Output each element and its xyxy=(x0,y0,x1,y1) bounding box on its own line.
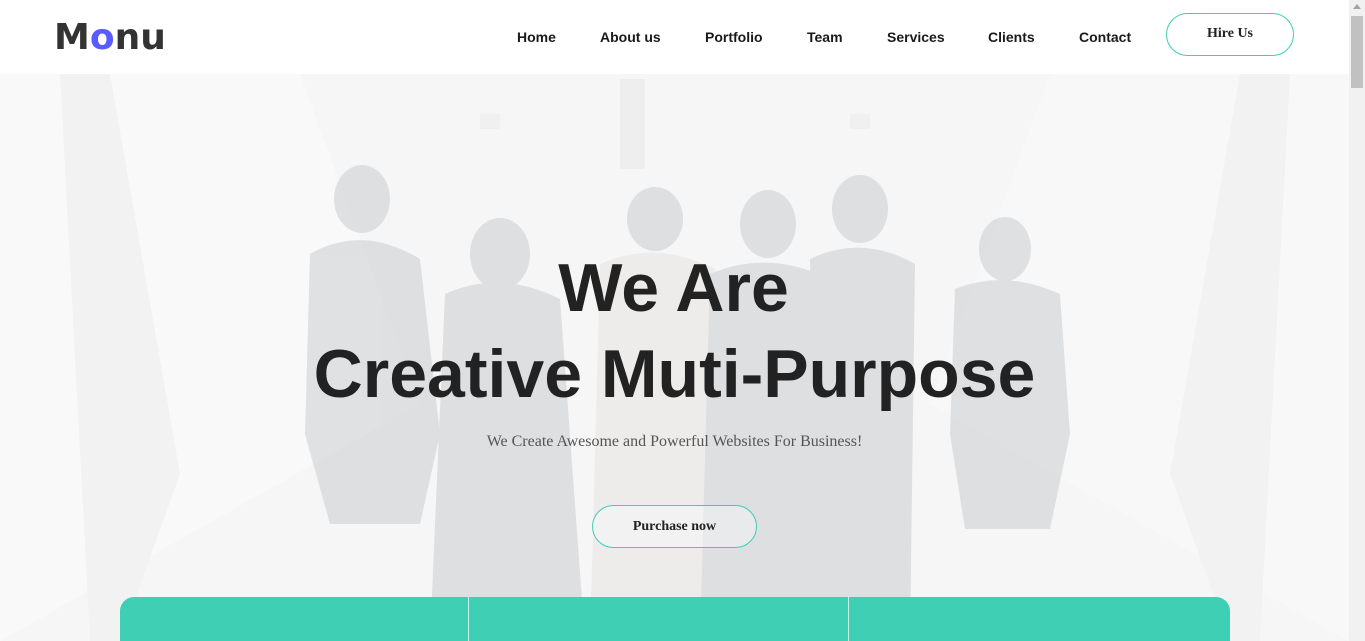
purchase-now-button[interactable]: Purchase now xyxy=(592,505,757,548)
page-scrollbar[interactable] xyxy=(1349,0,1365,641)
nav-item-about-us[interactable]: About us xyxy=(600,28,661,46)
scroll-up-arrow-icon[interactable] xyxy=(1353,4,1361,9)
nav-item-home[interactable]: Home xyxy=(517,28,556,46)
nav-item-clients[interactable]: Clients xyxy=(988,28,1035,46)
nav-item-contact[interactable]: Contact xyxy=(1079,28,1131,46)
logo-prefix: M xyxy=(54,17,90,58)
nav-item-portfolio[interactable]: Portfolio xyxy=(705,28,763,46)
nav-item-team[interactable]: Team xyxy=(807,28,843,46)
hire-us-button[interactable]: Hire Us xyxy=(1166,13,1294,56)
feature-card xyxy=(120,597,469,641)
hero-tagline: We Create Awesome and Powerful Websites … xyxy=(486,433,863,450)
brand-logo[interactable]: Monu xyxy=(54,18,166,58)
hero-headline-line2: Creative Muti-Purpose xyxy=(313,336,1036,412)
feature-card xyxy=(469,597,849,641)
hero-section: We Are Creative Muti-Purpose We Create A… xyxy=(0,74,1349,641)
logo-suffix: nu xyxy=(114,17,166,58)
scroll-thumb[interactable] xyxy=(1351,16,1363,88)
feature-strip xyxy=(120,597,1230,641)
top-navbar: Monu Home About us Portfolio Team Servic… xyxy=(0,0,1349,74)
nav-item-services[interactable]: Services xyxy=(887,28,945,46)
logo-accent: o xyxy=(89,17,115,58)
hero-headline-line1: We Are xyxy=(558,250,789,326)
feature-card xyxy=(849,597,1230,641)
